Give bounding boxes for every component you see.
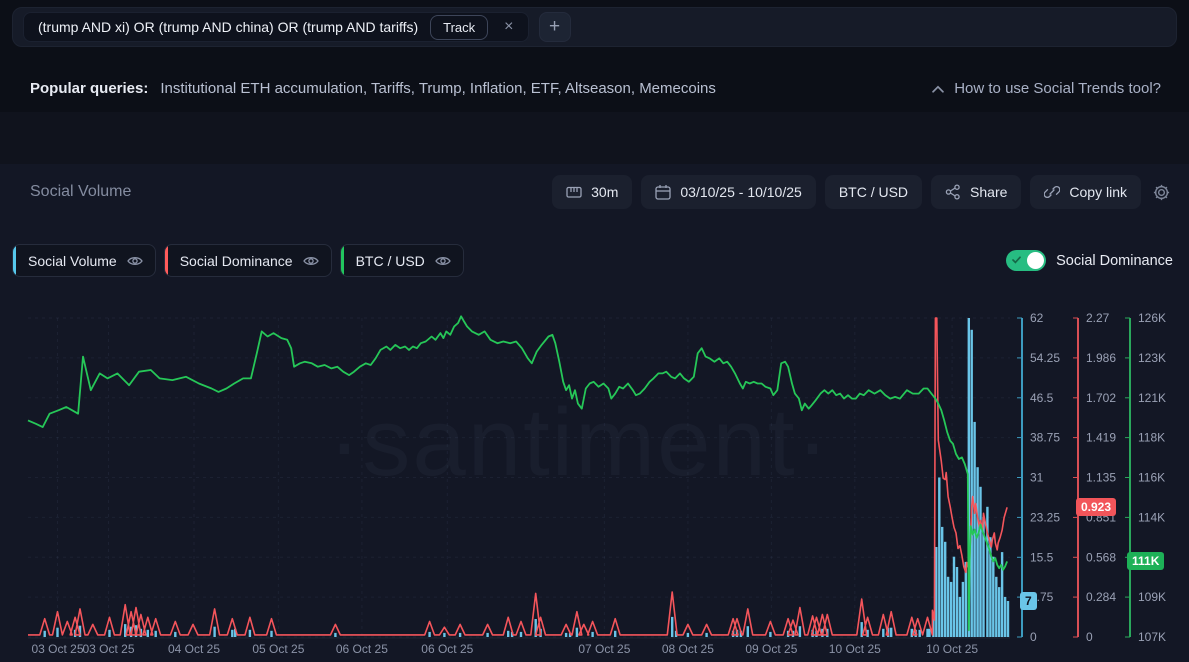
- svg-text:09 Oct 25: 09 Oct 25: [745, 642, 797, 656]
- svg-text:38.75: 38.75: [1030, 431, 1060, 445]
- current-volume-badge: 7: [1020, 592, 1037, 610]
- chart-canvas[interactable]: 07.7515.523.253138.7546.554.256200.2840.…: [0, 0, 1189, 662]
- svg-text:62: 62: [1030, 311, 1044, 325]
- svg-text:0.284: 0.284: [1086, 590, 1116, 604]
- current-price-badge: 111K: [1127, 552, 1164, 570]
- svg-text:0: 0: [1030, 630, 1037, 644]
- svg-text:118K: 118K: [1138, 431, 1165, 445]
- svg-text:54.25: 54.25: [1030, 351, 1060, 365]
- svg-text:121K: 121K: [1138, 391, 1166, 405]
- svg-text:08 Oct 25: 08 Oct 25: [662, 642, 714, 656]
- svg-text:1.702: 1.702: [1086, 391, 1116, 405]
- svg-text:0: 0: [1086, 630, 1093, 644]
- svg-text:1.419: 1.419: [1086, 431, 1116, 445]
- svg-text:1.986: 1.986: [1086, 351, 1116, 365]
- svg-text:109K: 109K: [1138, 590, 1166, 604]
- svg-text:10 Oct 25: 10 Oct 25: [829, 642, 881, 656]
- svg-text:10 Oct 25: 10 Oct 25: [926, 642, 978, 656]
- svg-text:116K: 116K: [1138, 471, 1165, 485]
- svg-text:0.568: 0.568: [1086, 550, 1116, 564]
- svg-text:05 Oct 25: 05 Oct 25: [252, 642, 304, 656]
- svg-text:06 Oct 25: 06 Oct 25: [336, 642, 388, 656]
- svg-text:1.135: 1.135: [1086, 471, 1116, 485]
- svg-text:04 Oct 25: 04 Oct 25: [168, 642, 220, 656]
- svg-text:107K: 107K: [1138, 630, 1166, 644]
- svg-text:23.25: 23.25: [1030, 510, 1060, 524]
- svg-text:31: 31: [1030, 471, 1044, 485]
- current-dominance-badge: 0.923: [1076, 498, 1116, 516]
- svg-text:07 Oct 25: 07 Oct 25: [578, 642, 630, 656]
- svg-text:2.27: 2.27: [1086, 311, 1110, 325]
- svg-text:03 Oct 25: 03 Oct 25: [31, 642, 83, 656]
- svg-text:03 Oct 25: 03 Oct 25: [82, 642, 134, 656]
- svg-text:114K: 114K: [1138, 510, 1165, 524]
- svg-text:46.5: 46.5: [1030, 391, 1054, 405]
- svg-text:06 Oct 25: 06 Oct 25: [421, 642, 473, 656]
- svg-text:123K: 123K: [1138, 351, 1166, 365]
- svg-text:15.5: 15.5: [1030, 550, 1054, 564]
- svg-text:126K: 126K: [1138, 311, 1166, 325]
